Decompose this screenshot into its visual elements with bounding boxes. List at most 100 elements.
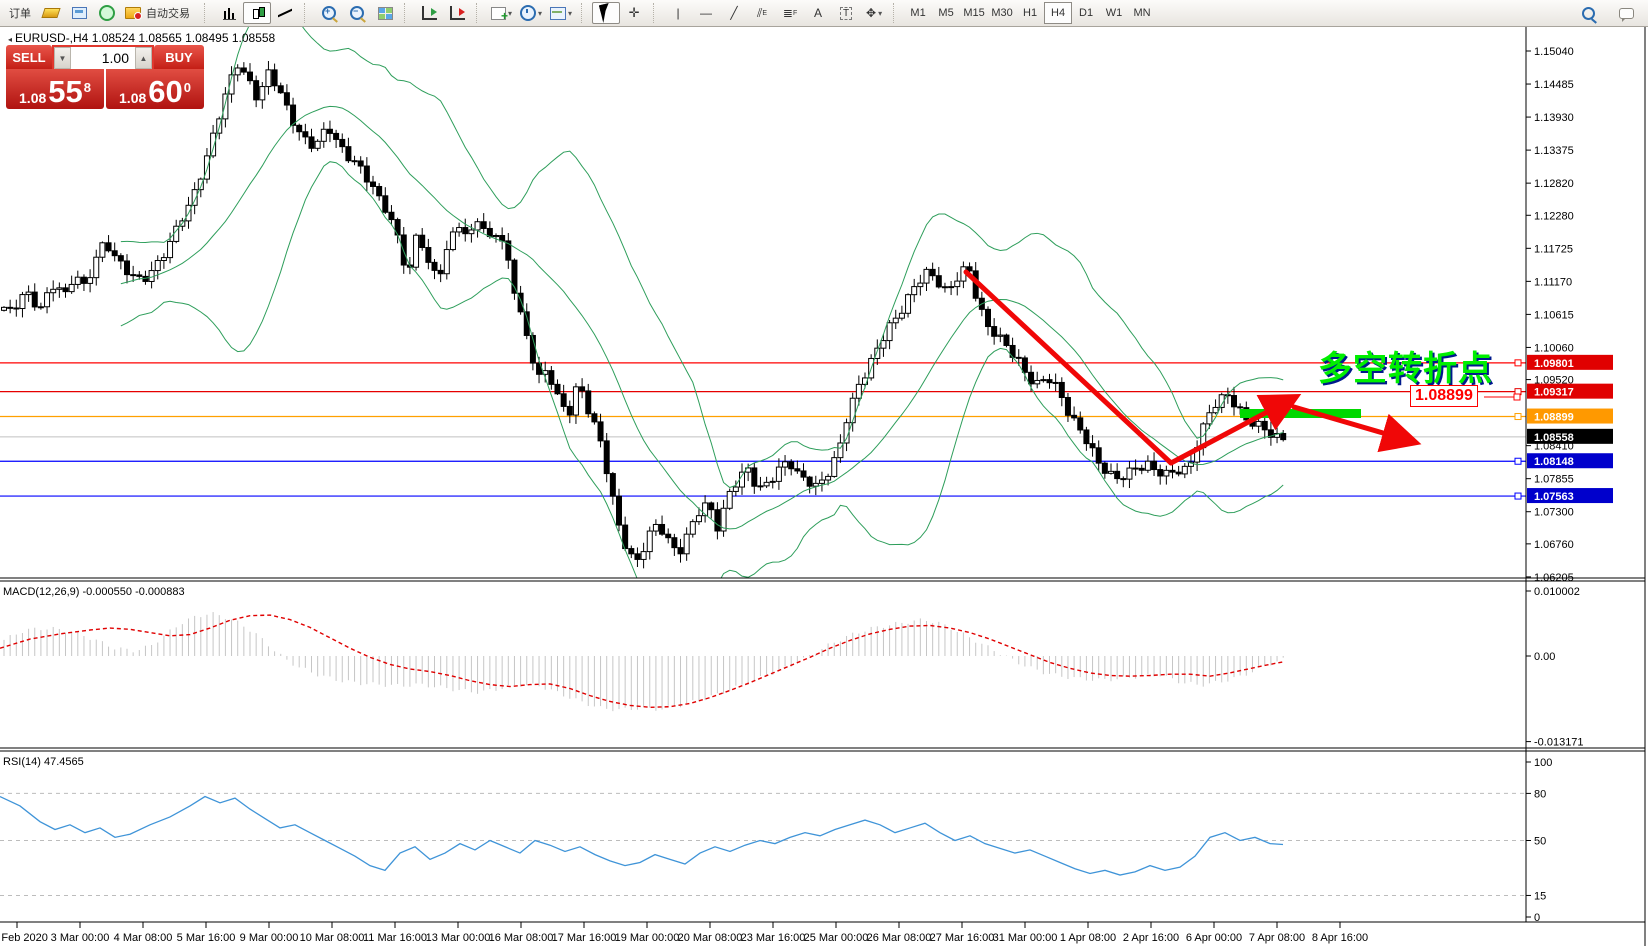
chat-icon[interactable]: [1612, 2, 1640, 24]
sell-button[interactable]: SELL: [6, 45, 52, 69]
fibonacci-tool-button[interactable]: ≣F: [776, 2, 804, 24]
toolbar-separator: [404, 3, 410, 23]
gold-ingot-icon[interactable]: [37, 2, 65, 24]
svg-text:0: 0: [1534, 912, 1540, 924]
svg-text:1.13375: 1.13375: [1534, 145, 1574, 157]
chart-symbol-marker: ◂: [8, 35, 12, 44]
timeframe-button-mn[interactable]: MN: [1128, 2, 1156, 24]
svg-text:10 Mar 08:00: 10 Mar 08:00: [300, 932, 365, 944]
svg-text:17 Mar 16:00: 17 Mar 16:00: [552, 932, 617, 944]
svg-text:6 Apr 00:00: 6 Apr 00:00: [1186, 932, 1242, 944]
line-endpoint-marker[interactable]: [1515, 458, 1521, 464]
svg-text:1.09801: 1.09801: [1534, 358, 1574, 370]
horizontal-line-tool-button[interactable]: —: [692, 2, 720, 24]
timeframe-button-m15[interactable]: M15: [960, 2, 988, 24]
template-button[interactable]: ▾: [546, 2, 576, 24]
svg-text:16 Mar 08:00: 16 Mar 08:00: [489, 932, 554, 944]
chart-shift-button[interactable]: [443, 2, 471, 24]
timeframe-button-h4[interactable]: H4: [1044, 2, 1072, 24]
toolbar-separator: [204, 3, 210, 23]
line-endpoint-marker[interactable]: [1515, 493, 1521, 499]
line-endpoint-marker[interactable]: [1515, 360, 1521, 366]
svg-text:1.08558: 1.08558: [1534, 432, 1574, 444]
timeframe-button-w1[interactable]: W1: [1100, 2, 1128, 24]
auto-scroll-button[interactable]: [415, 2, 443, 24]
broadcast-icon[interactable]: [93, 2, 121, 24]
price-label-anchor: [1514, 394, 1520, 400]
svg-text:5 Mar 16:00: 5 Mar 16:00: [177, 932, 236, 944]
search-icon[interactable]: [1574, 2, 1602, 24]
channel-tool-button[interactable]: ⫽E: [748, 2, 776, 24]
svg-text:1.07855: 1.07855: [1534, 474, 1574, 486]
buy-price-button[interactable]: 1.08 60 0: [106, 69, 204, 109]
timeframe-button-m1[interactable]: M1: [904, 2, 932, 24]
svg-text:0.00: 0.00: [1534, 651, 1555, 663]
svg-text:4 Mar 08:00: 4 Mar 08:00: [114, 932, 173, 944]
new-order-button[interactable]: 订单: [3, 2, 37, 24]
add-indicator-button[interactable]: ▾: [487, 2, 516, 24]
crosshair-tool-button[interactable]: ✛: [620, 2, 648, 24]
label-tool-button[interactable]: T: [832, 2, 860, 24]
sell-price-big: 55: [48, 78, 82, 106]
toolbar-separator: [653, 3, 659, 23]
svg-text:1.10615: 1.10615: [1534, 309, 1574, 321]
chart-canvas[interactable]: 1.15040 1.14485 1.13930 1.13375 1.12820 1.122…: [0, 0, 1648, 948]
volume-decrease-button[interactable]: ▼: [54, 47, 71, 69]
svg-text:1.11725: 1.11725: [1534, 243, 1573, 255]
period-button[interactable]: ▾: [516, 2, 546, 24]
svg-text:27 Mar 16:00: 27 Mar 16:00: [930, 932, 995, 944]
svg-text:2 Apr 16:00: 2 Apr 16:00: [1123, 932, 1179, 944]
sell-price-small: 1.08: [19, 91, 46, 106]
bar-chart-mode-button[interactable]: [215, 2, 243, 24]
timeframe-button-h1[interactable]: H1: [1016, 2, 1044, 24]
svg-text:50: 50: [1534, 836, 1546, 848]
svg-text:1.08899: 1.08899: [1534, 412, 1574, 424]
svg-text:1 Apr 08:00: 1 Apr 08:00: [1060, 932, 1116, 944]
candlestick-mode-button[interactable]: [243, 2, 271, 24]
turning-point-annotation: 多空转折点: [1318, 341, 1493, 390]
svg-text:1.12820: 1.12820: [1534, 178, 1574, 190]
svg-text:31 Mar 00:00: 31 Mar 00:00: [993, 932, 1058, 944]
volume-input[interactable]: 1.00: [71, 47, 135, 69]
buy-button[interactable]: BUY: [154, 45, 204, 69]
charts-window-icon[interactable]: [65, 2, 93, 24]
chart-quotes: 1.08524 1.08565 1.08495 1.08558: [92, 31, 276, 45]
svg-text:1.07300: 1.07300: [1534, 507, 1574, 519]
svg-text:-0.013171: -0.013171: [1534, 737, 1584, 749]
svg-text:7 Apr 08:00: 7 Apr 08:00: [1249, 932, 1305, 944]
svg-text:15: 15: [1534, 890, 1546, 902]
autotrading-label: 自动交易: [141, 5, 195, 21]
toolbar-separator: [476, 3, 482, 23]
svg-text:19 Mar 00:00: 19 Mar 00:00: [615, 932, 680, 944]
timeframe-button-d1[interactable]: D1: [1072, 2, 1100, 24]
zoom-out-button[interactable]: −: [343, 2, 371, 24]
svg-text:1.15040: 1.15040: [1534, 46, 1574, 58]
cursor-tool-button[interactable]: [592, 2, 620, 24]
line-chart-mode-button[interactable]: [271, 2, 299, 24]
timeframe-button-m5[interactable]: M5: [932, 2, 960, 24]
arrows-tool-button[interactable]: ✥▾: [860, 2, 888, 24]
svg-text:1.13930: 1.13930: [1534, 112, 1574, 124]
svg-text:20 Mar 08:00: 20 Mar 08:00: [678, 932, 743, 944]
trendline-tool-button[interactable]: ╱: [720, 2, 748, 24]
timeframe-group: M1M5M15M30H1H4D1W1MN: [901, 1, 1159, 25]
autotrading-button[interactable]: 自动交易: [121, 2, 199, 24]
svg-text:1.14485: 1.14485: [1534, 79, 1574, 91]
volume-increase-button[interactable]: ▲: [135, 47, 152, 69]
tile-windows-button[interactable]: [371, 2, 399, 24]
line-endpoint-marker[interactable]: [1515, 414, 1521, 420]
timeframe-button-m30[interactable]: M30: [988, 2, 1016, 24]
svg-text:1.11170: 1.11170: [1534, 276, 1572, 288]
zoom-in-button[interactable]: +: [315, 2, 343, 24]
buy-price-small: 1.08: [119, 91, 146, 106]
volume-box: ▼ 1.00 ▲: [52, 45, 154, 69]
svg-text:1.09317: 1.09317: [1534, 387, 1574, 399]
vertical-line-tool-button[interactable]: |: [664, 2, 692, 24]
buy-price-big: 60: [148, 78, 182, 106]
price-label-annotation[interactable]: 1.08899: [1410, 385, 1478, 407]
svg-text:1.12280: 1.12280: [1534, 210, 1574, 222]
svg-text:1.07563: 1.07563: [1534, 491, 1574, 503]
text-tool-button[interactable]: A: [804, 2, 832, 24]
sell-price-button[interactable]: 1.08 55 8: [6, 69, 104, 109]
chart-symbol-period: EURUSD-,H4: [15, 31, 88, 45]
